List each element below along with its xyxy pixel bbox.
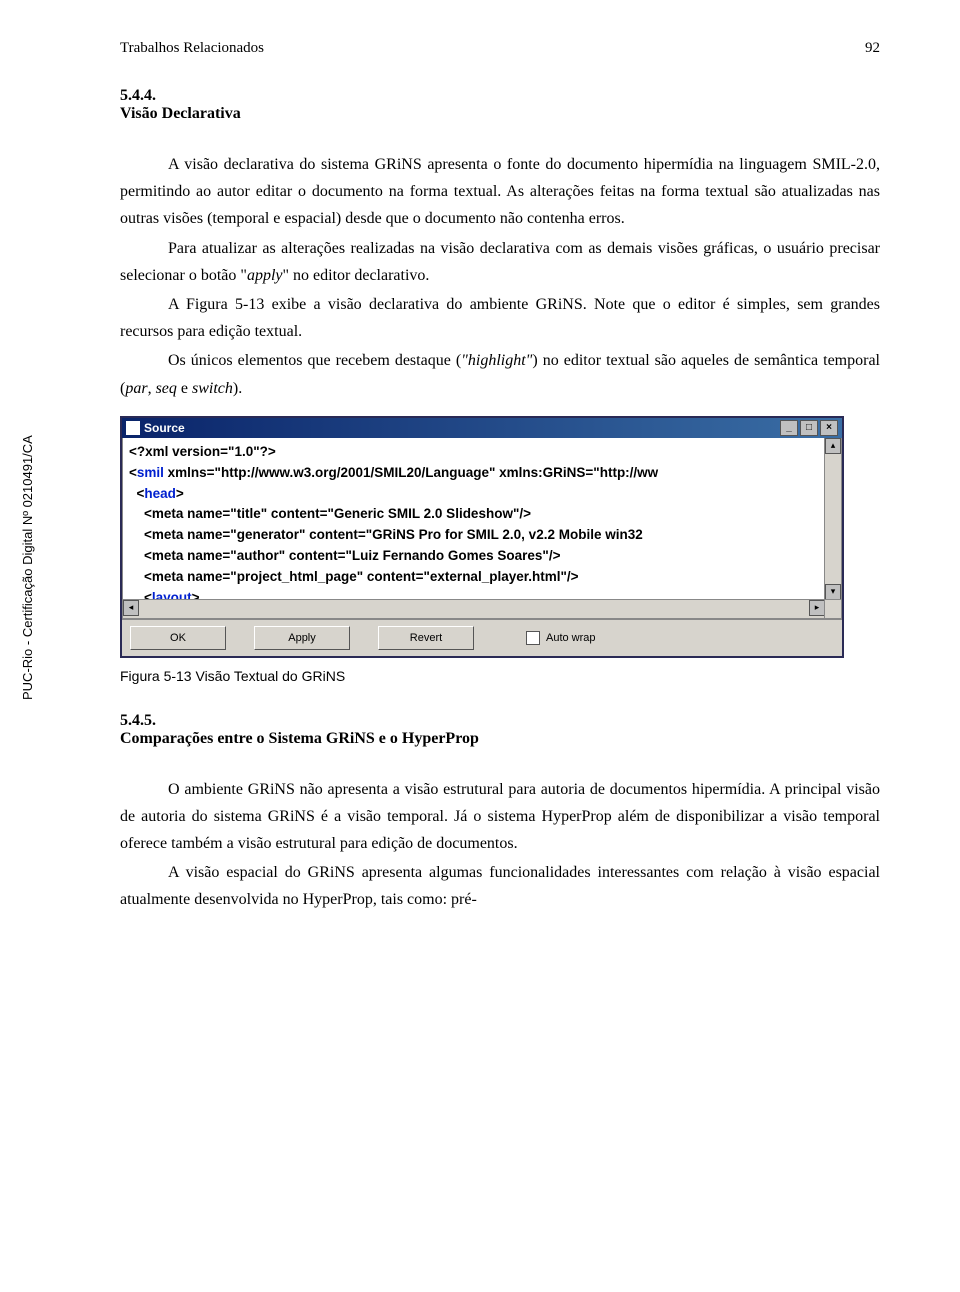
paragraph-text: ). bbox=[233, 380, 242, 397]
ok-button[interactable]: OK bbox=[130, 626, 226, 650]
window-titlebar[interactable]: Source _ □ × bbox=[122, 418, 842, 438]
page-number: 92 bbox=[865, 40, 880, 57]
paragraph: Os únicos elementos que recebem destaque… bbox=[120, 347, 880, 401]
maximize-button[interactable]: □ bbox=[800, 420, 818, 436]
vertical-certification-label: PUC-Rio - Certificação Digital Nº 021049… bbox=[20, 435, 35, 700]
code-editor[interactable]: <?xml version="1.0"?> <smil xmlns="http:… bbox=[123, 438, 841, 618]
close-button[interactable]: × bbox=[820, 420, 838, 436]
autowrap-label: Auto wrap bbox=[546, 632, 596, 644]
emphasis: par bbox=[125, 380, 147, 397]
scroll-corner bbox=[824, 599, 841, 618]
scroll-up-button[interactable]: ▴ bbox=[825, 438, 841, 454]
emphasis: seq bbox=[156, 380, 177, 397]
button-bar: OK Apply Revert Auto wrap bbox=[122, 619, 842, 656]
horizontal-scrollbar[interactable]: ◂ ▸ bbox=[123, 599, 825, 618]
running-title: Trabalhos Relacionados bbox=[120, 40, 264, 57]
apply-button[interactable]: Apply bbox=[254, 626, 350, 650]
emphasis: switch bbox=[192, 380, 233, 397]
figure-caption: Figura 5-13 Visão Textual do GRiNS bbox=[120, 668, 880, 684]
figure-513: Source _ □ × <?xml version="1.0"?> <smil… bbox=[120, 416, 880, 684]
scroll-left-button[interactable]: ◂ bbox=[123, 600, 139, 616]
section-number-544: 5.4.4. bbox=[120, 87, 880, 105]
paragraph-text: e bbox=[177, 380, 192, 397]
section-title-544: Visão Declarativa bbox=[120, 105, 880, 123]
paragraph: O ambiente GRiNS não apresenta a visão e… bbox=[120, 776, 880, 858]
emphasis: apply bbox=[247, 267, 283, 284]
scroll-right-button[interactable]: ▸ bbox=[809, 600, 825, 616]
revert-button[interactable]: Revert bbox=[378, 626, 474, 650]
paragraph-text: Os únicos elementos que recebem destaque… bbox=[168, 352, 461, 369]
paragraph-text: Para atualizar as alterações realizadas … bbox=[120, 240, 880, 284]
vertical-scrollbar[interactable]: ▴ ▾ bbox=[824, 438, 841, 600]
checkbox-icon[interactable] bbox=[526, 631, 540, 645]
autowrap-checkbox-group[interactable]: Auto wrap bbox=[526, 631, 596, 645]
running-header: Trabalhos Relacionados 92 bbox=[120, 40, 880, 57]
minimize-button[interactable]: _ bbox=[780, 420, 798, 436]
section-number-545: 5.4.5. bbox=[120, 712, 880, 730]
editor-area: <?xml version="1.0"?> <smil xmlns="http:… bbox=[122, 438, 842, 619]
paragraph: A Figura 5-13 exibe a visão declarativa … bbox=[120, 291, 880, 345]
paragraph-text: , bbox=[148, 380, 156, 397]
document-icon bbox=[126, 421, 140, 435]
paragraph-text: " no editor declarativo. bbox=[282, 267, 429, 284]
paragraph: A visão espacial do GRiNS apresenta algu… bbox=[120, 859, 880, 913]
emphasis: "highlight" bbox=[461, 352, 532, 369]
section-title-545: Comparações entre o Sistema GRiNS e o Hy… bbox=[120, 730, 880, 748]
scroll-down-button[interactable]: ▾ bbox=[825, 584, 841, 600]
source-window: Source _ □ × <?xml version="1.0"?> <smil… bbox=[120, 416, 844, 658]
paragraph: Para atualizar as alterações realizadas … bbox=[120, 235, 880, 289]
window-title: Source bbox=[144, 421, 185, 435]
paragraph: A visão declarativa do sistema GRiNS apr… bbox=[120, 151, 880, 233]
